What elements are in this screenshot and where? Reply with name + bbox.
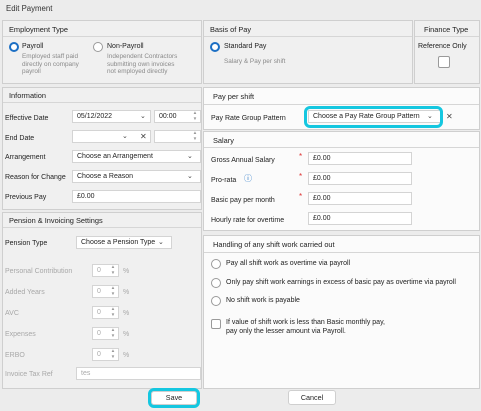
highlight-pattern-select: [304, 106, 443, 128]
divider: [204, 104, 479, 105]
no-shift-work-radio[interactable]: [211, 296, 221, 306]
chevron-down-icon: ⌄: [187, 153, 193, 160]
salary-panel: Salary Gross Annual Salary * £0.00 Pro-r…: [203, 131, 480, 231]
employment-type-panel: Employment Type Payroll Employed staff p…: [2, 20, 202, 84]
no-shift-work-label: No shift work is payable: [226, 297, 300, 304]
information-panel: Information Effective Date 05/12/2022 ⌄ …: [2, 87, 202, 210]
hourly-overtime-label: Hourly rate for overtime: [211, 217, 285, 224]
expenses-label: Expenses: [5, 331, 36, 338]
overtime-all-label: Pay all shift work as overtime via payro…: [226, 260, 351, 267]
stepper-arrows[interactable]: ▲ ▼: [109, 348, 117, 361]
reference-only-checkbox[interactable]: [438, 56, 450, 68]
pension-type-label: Pension Type: [5, 240, 48, 247]
standard-pay-description: Salary & Pay per shift: [224, 58, 286, 65]
lesser-amount-checkbox[interactable]: [211, 319, 221, 329]
gross-annual-salary-label: Gross Annual Salary: [211, 157, 275, 164]
chevron-down-icon: ⌄: [158, 239, 164, 246]
standard-pay-label: Standard Pay: [224, 43, 267, 50]
percent-label: %: [123, 268, 130, 275]
avc-label: AVC: [5, 310, 19, 317]
basis-of-pay-title: Basis of Pay: [210, 25, 252, 34]
pay-per-shift-title: Pay per shift: [213, 92, 255, 101]
divider: [3, 102, 201, 103]
pay-rate-pattern-label: Pay Rate Group Pattern: [211, 115, 286, 122]
finance-type-panel: Finance Type Reference Only: [414, 20, 480, 84]
previous-pay-label: Previous Pay: [5, 194, 47, 201]
stepper-arrows[interactable]: ▲ ▼: [109, 306, 117, 319]
chevron-down-icon[interactable]: ⌄: [140, 112, 146, 120]
pension-panel: Pension & Invoicing Settings Pension Typ…: [2, 212, 202, 389]
close-icon[interactable]: ✕: [446, 112, 453, 121]
effective-date-label: Effective Date: [5, 115, 49, 122]
standard-pay-radio[interactable]: [210, 42, 220, 52]
percent-label: %: [123, 352, 130, 359]
divider: [3, 36, 201, 37]
stepper-arrows[interactable]: ▲ ▼: [109, 285, 117, 298]
overtime-excess-radio[interactable]: [211, 278, 221, 288]
shift-handling-panel: Handling of any shift work carried out P…: [203, 235, 480, 389]
finance-type-title: Finance Type: [424, 25, 469, 34]
time-stepper[interactable]: ▲ ▼: [191, 110, 199, 123]
reference-only-label: Reference Only: [418, 43, 467, 50]
window-title: Edit Payment: [6, 4, 53, 13]
divider: [204, 252, 479, 253]
non-payroll-radio[interactable]: [93, 42, 103, 52]
lesser-amount-label: If value of shift work is less than Basi…: [226, 319, 385, 335]
pension-title: Pension & Invoicing Settings: [9, 216, 103, 225]
gross-annual-salary-input[interactable]: £0.00: [308, 152, 412, 165]
percent-label: %: [123, 331, 130, 338]
invoice-tax-ref-label: Invoice Tax Ref: [5, 371, 53, 378]
non-payroll-description: Independent Contractors submitting own i…: [107, 53, 178, 76]
arrangement-select[interactable]: Choose an Arrangement: [72, 150, 201, 163]
info-icon[interactable]: ⓘ: [244, 173, 252, 184]
percent-label: %: [123, 310, 130, 317]
payroll-radio[interactable]: [9, 42, 19, 52]
information-title: Information: [9, 91, 46, 100]
personal-contribution-label: Personal Contribution: [5, 268, 73, 275]
overtime-excess-label: Only pay shift work earnings in excess o…: [226, 279, 456, 286]
reason-select[interactable]: Choose a Reason: [72, 170, 201, 183]
chevron-down-icon: ⌄: [187, 173, 193, 180]
stepper-arrows[interactable]: ▲ ▼: [109, 327, 117, 340]
payroll-label: Payroll: [22, 43, 44, 50]
shift-handling-title: Handling of any shift work carried out: [213, 240, 335, 249]
highlight-save-button: [148, 388, 200, 408]
erbo-label: ERBO: [5, 352, 25, 359]
employment-type-title: Employment Type: [9, 25, 69, 34]
previous-pay-input[interactable]: £0.00: [72, 190, 201, 203]
divider: [3, 227, 201, 228]
pro-rata-label: Pro-rata: [211, 177, 237, 184]
required-marker: *: [299, 172, 303, 181]
percent-label: %: [123, 289, 130, 296]
non-payroll-label: Non-Payroll: [107, 43, 144, 50]
reason-label: Reason for Change: [5, 174, 66, 181]
salary-title: Salary: [213, 136, 234, 145]
time-stepper[interactable]: ▲ ▼: [191, 130, 199, 143]
basic-pay-per-month-label: Basic pay per month: [211, 197, 275, 204]
divider: [204, 147, 479, 148]
payroll-description: Employed staff paid directly on company …: [22, 53, 79, 76]
added-years-label: Added Years: [5, 289, 45, 296]
end-date-label: End Date: [5, 135, 35, 142]
pro-rata-input[interactable]: £0.00: [308, 172, 412, 185]
overtime-all-radio[interactable]: [211, 259, 221, 269]
hourly-overtime-input[interactable]: £0.00: [308, 212, 412, 225]
invoice-tax-ref-input[interactable]: tes: [76, 367, 201, 380]
basic-pay-per-month-input[interactable]: £0.00: [308, 192, 412, 205]
required-marker: *: [299, 192, 303, 201]
divider: [415, 36, 479, 37]
stepper-arrows[interactable]: ▲ ▼: [109, 264, 117, 277]
basis-of-pay-panel: Basis of Pay Standard Pay Salary & Pay p…: [203, 20, 413, 84]
arrangement-label: Arrangement: [5, 154, 46, 161]
divider: [204, 36, 412, 37]
cancel-button[interactable]: Cancel: [288, 390, 336, 405]
close-icon[interactable]: ✕: [140, 132, 147, 141]
chevron-down-icon[interactable]: ⌄: [122, 132, 128, 140]
required-marker: *: [299, 152, 303, 161]
